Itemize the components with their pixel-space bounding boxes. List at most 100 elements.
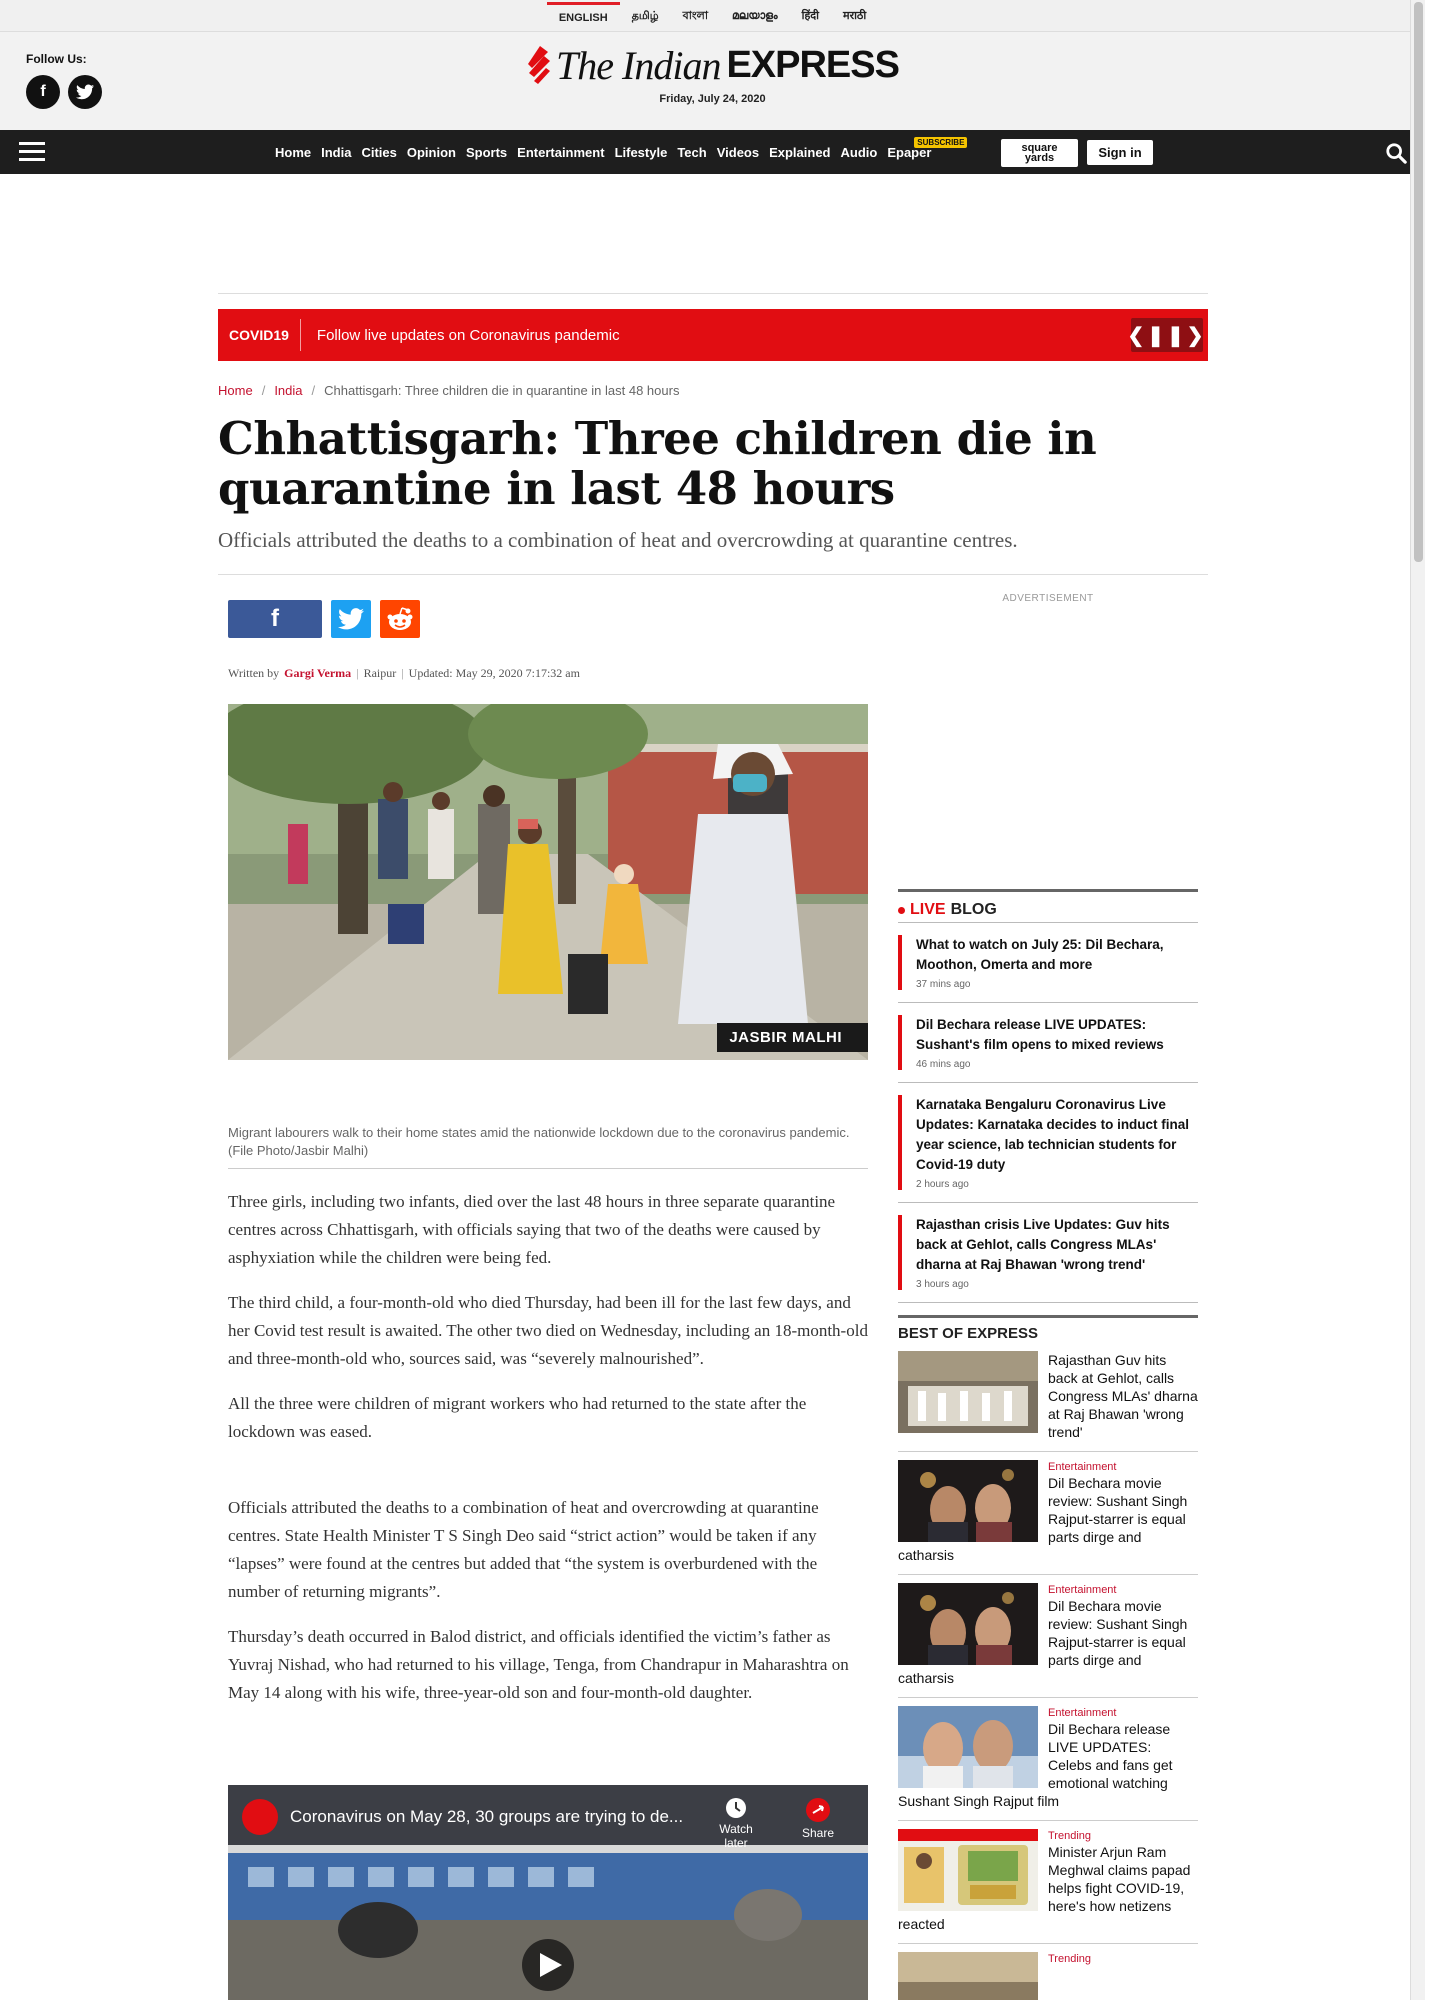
best-of-thumbnail[interactable]	[898, 1583, 1038, 1665]
best-of-item[interactable]: Entertainment Dil Bechara movie review: …	[898, 1452, 1198, 1575]
nav-tech[interactable]: Tech	[677, 145, 706, 160]
top-ad-space	[218, 176, 1208, 294]
twitter-share-icon[interactable]	[331, 600, 371, 638]
best-of-express: BEST OF EXPRESS Rajasthan Guv hits back …	[898, 1315, 1198, 2000]
live-blog-item[interactable]: Rajasthan crisis Live Updates: Guv hits …	[898, 1203, 1198, 1303]
byline-separator: |	[401, 666, 404, 680]
watch-later-label: Watch later	[719, 1822, 753, 1850]
site-logo[interactable]: The Indian EXPRESS Friday, July 24, 2020	[0, 42, 1425, 105]
lang-hindi[interactable]: हिंदी	[790, 2, 831, 30]
breadcrumb-separator: /	[261, 383, 266, 398]
vertical-scrollbar[interactable]	[1410, 0, 1425, 2000]
live-blog-title[interactable]: Rajasthan crisis Live Updates: Guv hits …	[916, 1215, 1198, 1275]
nav-sports[interactable]: Sports	[466, 145, 507, 160]
nav-lifestyle[interactable]: Lifestyle	[615, 145, 668, 160]
article-paragraph: Officials attributed the deaths to a com…	[228, 1498, 819, 1601]
watch-later-button[interactable]: Watch later	[706, 1797, 766, 1850]
covid-tag: COVID19	[218, 319, 301, 351]
pause-icon[interactable]: ❚❚	[1147, 323, 1187, 348]
divider	[218, 574, 1208, 575]
article-paragraph: Thursday’s death occurred in Balod distr…	[228, 1627, 849, 1702]
breadcrumb-current: Chhattisgarh: Three children die in quar…	[324, 383, 680, 398]
article-body: Three girls, including two infants, died…	[228, 1188, 868, 1724]
masthead: Follow Us: f The Indian EXPRESS Friday, …	[0, 32, 1425, 130]
nav-epaper[interactable]: Epaper SUBSCRIBE	[887, 136, 968, 160]
nav-home[interactable]: Home	[275, 145, 311, 160]
logo-the-indian: The Indian	[556, 43, 721, 88]
live-blog-title[interactable]: Karnataka Bengaluru Coronavirus Live Upd…	[916, 1095, 1198, 1175]
share-icon	[806, 1798, 830, 1822]
search-icon[interactable]	[1385, 142, 1407, 164]
nav-entertainment[interactable]: Entertainment	[517, 145, 604, 160]
video-share-button[interactable]: Share	[788, 1797, 848, 1840]
best-of-thumbnail[interactable]	[898, 1460, 1038, 1542]
live-blog-item[interactable]: Karnataka Bengaluru Coronavirus Live Upd…	[898, 1083, 1198, 1203]
hamburger-menu-icon[interactable]	[19, 142, 45, 162]
channel-logo-icon[interactable]	[242, 1799, 278, 1835]
covid-live-bar[interactable]: COVID19 Follow live updates on Coronavir…	[218, 309, 1208, 361]
nav-india[interactable]: India	[321, 145, 351, 160]
live-blog-time: 46 mins ago	[916, 1059, 971, 1070]
live-blog-title[interactable]: Dil Bechara release LIVE UPDATES: Sushan…	[916, 1015, 1198, 1055]
article-paragraph: Three girls, including two infants, died…	[228, 1192, 836, 1267]
image-caption: Migrant labourers walk to their home sta…	[228, 1124, 868, 1169]
square-yards-logo[interactable]: square yards	[1001, 139, 1078, 167]
nav-cities[interactable]: Cities	[361, 145, 396, 160]
live-blog-item[interactable]: Dil Bechara release LIVE UPDATES: Sushan…	[898, 1003, 1198, 1083]
live-blog-time: 2 hours ago	[916, 1179, 969, 1190]
subscribe-badge[interactable]: SUBSCRIBE	[914, 136, 968, 148]
lang-bangla[interactable]: বাংলা	[671, 2, 720, 30]
nav-videos[interactable]: Videos	[717, 145, 759, 160]
best-of-item[interactable]: Trending Minister Arjun Ram Meghwal clai…	[898, 1821, 1198, 1944]
breadcrumb-section[interactable]: India	[274, 383, 302, 398]
best-of-thumbnail[interactable]	[898, 1952, 1038, 2000]
nav-audio[interactable]: Audio	[841, 145, 878, 160]
live-blog-time: 37 mins ago	[916, 979, 971, 990]
article-paragraph: The third child, a four-month-old who di…	[228, 1293, 868, 1368]
video-title[interactable]: Coronavirus on May 28, 30 groups are try…	[290, 1807, 683, 1827]
embedded-video[interactable]: Coronavirus on May 28, 30 groups are try…	[228, 1785, 868, 2000]
reddit-share-icon[interactable]	[380, 600, 420, 638]
nav-explained[interactable]: Explained	[769, 145, 830, 160]
main-nav: Home India Cities Opinion Sports Enterta…	[0, 130, 1425, 174]
article-hero-image[interactable]: JASBIR MALHI	[228, 704, 868, 1060]
sign-in-button[interactable]: Sign in	[1087, 140, 1153, 165]
best-of-item[interactable]: Entertainment Dil Bechara release LIVE U…	[898, 1698, 1198, 1821]
blog-label: BLOG	[950, 901, 997, 918]
share-bar: f	[228, 600, 420, 638]
live-blog-item[interactable]: What to watch on July 25: Dil Bechara, M…	[898, 923, 1198, 1003]
logo-express: EXPRESS	[726, 44, 900, 86]
nav-links: Home India Cities Opinion Sports Enterta…	[275, 130, 968, 174]
clock-icon	[726, 1798, 746, 1818]
breadcrumb-home[interactable]: Home	[218, 383, 253, 398]
author-link[interactable]: Gargi Verma	[284, 666, 351, 681]
express-logo-icon	[528, 45, 551, 84]
best-of-item[interactable]: Entertainment Dil Bechara movie review: …	[898, 1575, 1198, 1698]
migrant-workers-photo	[228, 704, 868, 1060]
square-yards-line2: yards	[1024, 152, 1055, 164]
best-of-thumbnail[interactable]	[898, 1829, 1038, 1911]
best-of-thumbnail[interactable]	[898, 1706, 1038, 1788]
lang-english[interactable]: ENGLISH	[546, 2, 620, 29]
best-of-thumbnail[interactable]	[898, 1351, 1038, 1433]
byline-prefix: Written by	[228, 666, 280, 680]
facebook-share-icon[interactable]: f	[228, 600, 322, 638]
live-label: LIVE	[910, 901, 946, 918]
sidebar: LIVE BLOG What to watch on July 25: Dil …	[898, 889, 1198, 2000]
article-synopsis: Officials attributed the deaths to a com…	[218, 528, 1018, 552]
live-blog-header: LIVE BLOG	[898, 889, 1198, 923]
article-paragraph: All the three were children of migrant w…	[228, 1394, 807, 1441]
lang-marathi[interactable]: मराठी	[831, 2, 878, 30]
scrollbar-thumb[interactable]	[1414, 2, 1423, 562]
nav-opinion[interactable]: Opinion	[407, 145, 456, 160]
ticker-controls[interactable]: ❮ ❚❚ ❯	[1127, 318, 1204, 352]
byline-location: Raipur	[363, 666, 397, 680]
best-of-item[interactable]: Trending	[898, 1944, 1198, 2000]
lang-malayalam[interactable]: മലയാളം	[720, 2, 790, 30]
best-of-item[interactable]: Rajasthan Guv hits back at Gehlot, calls…	[898, 1343, 1198, 1452]
live-blog-title[interactable]: What to watch on July 25: Dil Bechara, M…	[916, 935, 1198, 975]
chevron-left-icon[interactable]: ❮	[1127, 323, 1147, 348]
chevron-right-icon[interactable]: ❯	[1187, 323, 1207, 348]
lang-tamil[interactable]: தமிழ்	[620, 2, 671, 30]
covid-message[interactable]: Follow live updates on Coronavirus pande…	[301, 327, 620, 344]
